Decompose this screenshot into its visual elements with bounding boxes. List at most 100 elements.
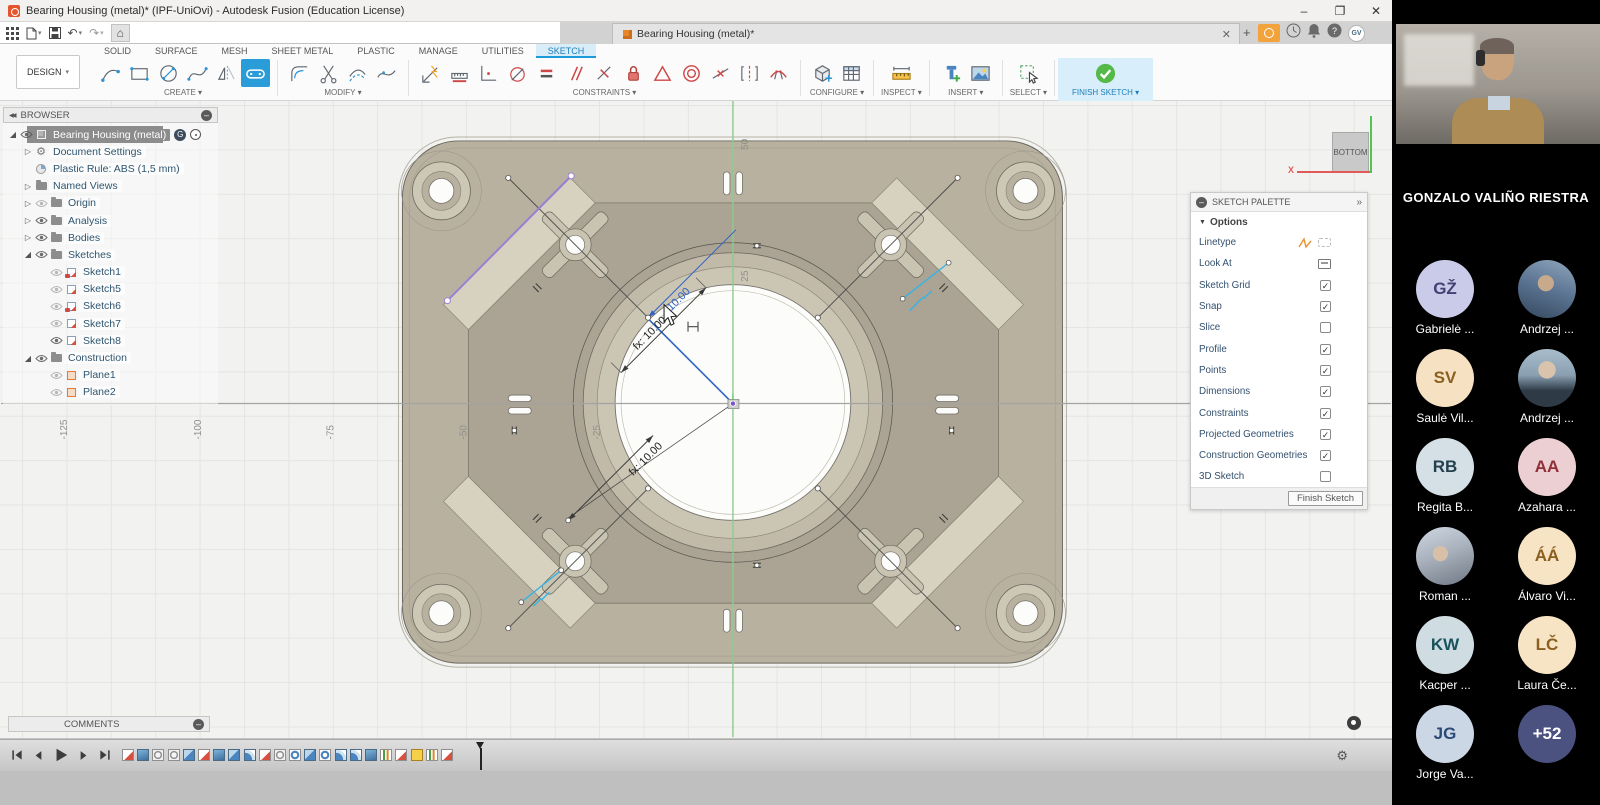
timeline-play-icon[interactable] bbox=[53, 747, 69, 768]
group-label[interactable]: CONFIGURE ▾ bbox=[810, 88, 864, 97]
timeline-settings-gear-icon[interactable]: ⚙ bbox=[1336, 748, 1348, 764]
timeline-marker[interactable] bbox=[476, 742, 485, 770]
visibility-eye-icon[interactable] bbox=[49, 336, 64, 345]
mirror-tool-icon[interactable] bbox=[212, 59, 241, 87]
timeline-feature-hole-icon[interactable] bbox=[289, 749, 301, 761]
expand-icon[interactable]: ▷ bbox=[22, 147, 34, 156]
palette-option-linetype[interactable]: Linetype bbox=[1191, 232, 1367, 253]
browser-item-sketch8[interactable]: Sketch8 bbox=[3, 332, 218, 349]
line-tool-icon[interactable] bbox=[96, 59, 125, 87]
checkbox[interactable]: ✓ bbox=[1320, 450, 1331, 461]
visibility-eye-icon[interactable] bbox=[49, 302, 64, 311]
palette-option-constraints[interactable]: Constraints✓ bbox=[1191, 402, 1367, 423]
palette-option-3d-sketch[interactable]: 3D Sketch bbox=[1191, 466, 1367, 487]
browser-item-bearing-housing-metal[interactable]: ◢Bearing Housing (metal)G bbox=[3, 126, 218, 143]
timeline-next-icon[interactable] bbox=[77, 749, 90, 767]
checkbox[interactable]: ✓ bbox=[1320, 408, 1331, 419]
fillet-tool-icon[interactable] bbox=[285, 59, 314, 87]
browser-item-named-views[interactable]: ▷Named Views bbox=[3, 178, 218, 195]
fix-constraint-icon[interactable] bbox=[619, 59, 648, 87]
freeform-tool-icon[interactable] bbox=[372, 59, 401, 87]
user-avatar[interactable]: GV bbox=[1348, 25, 1365, 42]
visibility-eye-icon[interactable] bbox=[34, 199, 49, 208]
select-cursor-icon[interactable] bbox=[1014, 59, 1043, 87]
finish-check-icon[interactable] bbox=[1091, 59, 1120, 87]
dimension-tool-icon[interactable] bbox=[416, 59, 445, 87]
activate-radio-icon[interactable] bbox=[190, 129, 201, 140]
checkbox[interactable]: ✓ bbox=[1320, 301, 1331, 312]
timeline-feature-mate-icon[interactable] bbox=[426, 749, 438, 761]
equal-constraint-icon[interactable] bbox=[532, 59, 561, 87]
palette-collapse-icon[interactable]: » bbox=[1356, 197, 1362, 208]
expand-icon[interactable]: ◢ bbox=[22, 250, 34, 259]
viewcube[interactable]: BOTTOM bbox=[1332, 132, 1369, 172]
browser-item-sketch1[interactable]: Sketch1 bbox=[3, 264, 218, 281]
timeline-feature-fillet-icon[interactable] bbox=[335, 749, 347, 761]
conic-tool-icon[interactable] bbox=[503, 59, 532, 87]
palette-option-dimensions[interactable]: Dimensions✓ bbox=[1191, 381, 1367, 402]
parallel-constraint-icon[interactable] bbox=[561, 59, 590, 87]
visibility-eye-icon[interactable] bbox=[49, 285, 64, 294]
configuration-table-icon[interactable] bbox=[837, 59, 866, 87]
browser-item-bodies[interactable]: ▷Bodies bbox=[3, 229, 218, 246]
expand-icon[interactable]: ◢ bbox=[7, 130, 19, 139]
tab-utilities[interactable]: UTILITIES bbox=[470, 44, 536, 58]
group-label[interactable]: SELECT ▾ bbox=[1010, 88, 1047, 97]
browser-header[interactable]: ◂◂ BROWSER – bbox=[3, 107, 218, 123]
group-label[interactable]: FINISH SKETCH ▾ bbox=[1072, 88, 1139, 97]
participant-tile-regita-b[interactable]: RBRegita B... bbox=[1402, 438, 1488, 514]
checkbox[interactable]: ✓ bbox=[1320, 365, 1331, 376]
participant-tile-saul-vil[interactable]: SVSaulė Vil... bbox=[1402, 349, 1488, 425]
checkbox[interactable]: ✓ bbox=[1320, 386, 1331, 397]
help-icon[interactable]: ? bbox=[1327, 23, 1342, 43]
timeline-feature-sketch-icon[interactable] bbox=[259, 749, 271, 761]
assistant-bubble-icon[interactable] bbox=[1347, 716, 1361, 730]
timeline-feature-solid-icon[interactable] bbox=[137, 749, 149, 761]
palette-option-snap[interactable]: Snap✓ bbox=[1191, 296, 1367, 317]
timeline-prev-icon[interactable] bbox=[32, 749, 45, 767]
app-grid-icon[interactable] bbox=[6, 27, 19, 40]
group-label[interactable]: MODIFY ▾ bbox=[324, 88, 361, 97]
browser-item-plastic-rule-abs-1-5-mm[interactable]: Plastic Rule: ABS (1,5 mm) bbox=[3, 160, 218, 177]
coincident-constraint-icon[interactable] bbox=[648, 59, 677, 87]
comments-options-icon[interactable]: – bbox=[193, 719, 204, 730]
participant-tile-andrzej[interactable]: Andrzej ... bbox=[1504, 260, 1590, 336]
rectangle-tool-icon[interactable] bbox=[125, 59, 154, 87]
timeline-feature-fillet-icon[interactable] bbox=[244, 749, 256, 761]
maximize-button[interactable]: ❐ bbox=[1332, 4, 1348, 18]
document-tab[interactable]: Bearing Housing (metal)* ✕ bbox=[612, 23, 1240, 44]
tab-close-icon[interactable]: ✕ bbox=[1222, 28, 1231, 41]
timeline-feature-solid-icon[interactable] bbox=[213, 749, 225, 761]
symmetry-constraint-icon[interactable] bbox=[735, 59, 764, 87]
timeline-feature-form-icon[interactable] bbox=[411, 749, 423, 761]
palette-option-points[interactable]: Points✓ bbox=[1191, 360, 1367, 381]
circle-tool-icon[interactable] bbox=[154, 59, 183, 87]
slot-tool-icon[interactable] bbox=[241, 59, 270, 87]
checkbox[interactable]: ✓ bbox=[1320, 429, 1331, 440]
timeline-feature-pattern-icon[interactable] bbox=[152, 749, 164, 761]
tab-solid[interactable]: SOLID bbox=[92, 44, 143, 58]
participant-tile-kacper[interactable]: KWKacper ... bbox=[1402, 616, 1488, 692]
recent-activity-icon[interactable] bbox=[1286, 23, 1301, 43]
project-tool-icon[interactable] bbox=[474, 59, 503, 87]
visibility-eye-icon[interactable] bbox=[19, 130, 34, 139]
visibility-eye-icon[interactable] bbox=[49, 319, 64, 328]
home-icon[interactable]: ⌂ bbox=[111, 24, 130, 42]
close-button[interactable]: ✕ bbox=[1368, 4, 1384, 18]
browser-item-sketch6[interactable]: Sketch6 bbox=[3, 298, 218, 315]
expand-icon[interactable]: ▷ bbox=[22, 233, 34, 242]
curvature-constraint-icon[interactable] bbox=[764, 59, 793, 87]
palette-option-profile[interactable]: Profile✓ bbox=[1191, 338, 1367, 359]
normal-linetype-icon[interactable] bbox=[1318, 238, 1331, 247]
palette-options-icon[interactable]: – bbox=[1196, 197, 1207, 208]
offset-tool-icon[interactable] bbox=[343, 59, 372, 87]
timeline-end-icon[interactable] bbox=[98, 748, 112, 767]
group-label[interactable]: CONSTRAINTS ▾ bbox=[573, 88, 637, 97]
checkbox[interactable] bbox=[1320, 322, 1331, 333]
group-label[interactable]: INSERT ▾ bbox=[948, 88, 983, 97]
participant-tile-gabriel[interactable]: GŽGabrielė ... bbox=[1402, 260, 1488, 336]
browser-item-analysis[interactable]: ▷Analysis bbox=[3, 212, 218, 229]
visibility-eye-icon[interactable] bbox=[34, 233, 49, 242]
new-tab-icon[interactable]: + bbox=[1243, 25, 1251, 40]
minimize-button[interactable]: – bbox=[1296, 4, 1312, 18]
